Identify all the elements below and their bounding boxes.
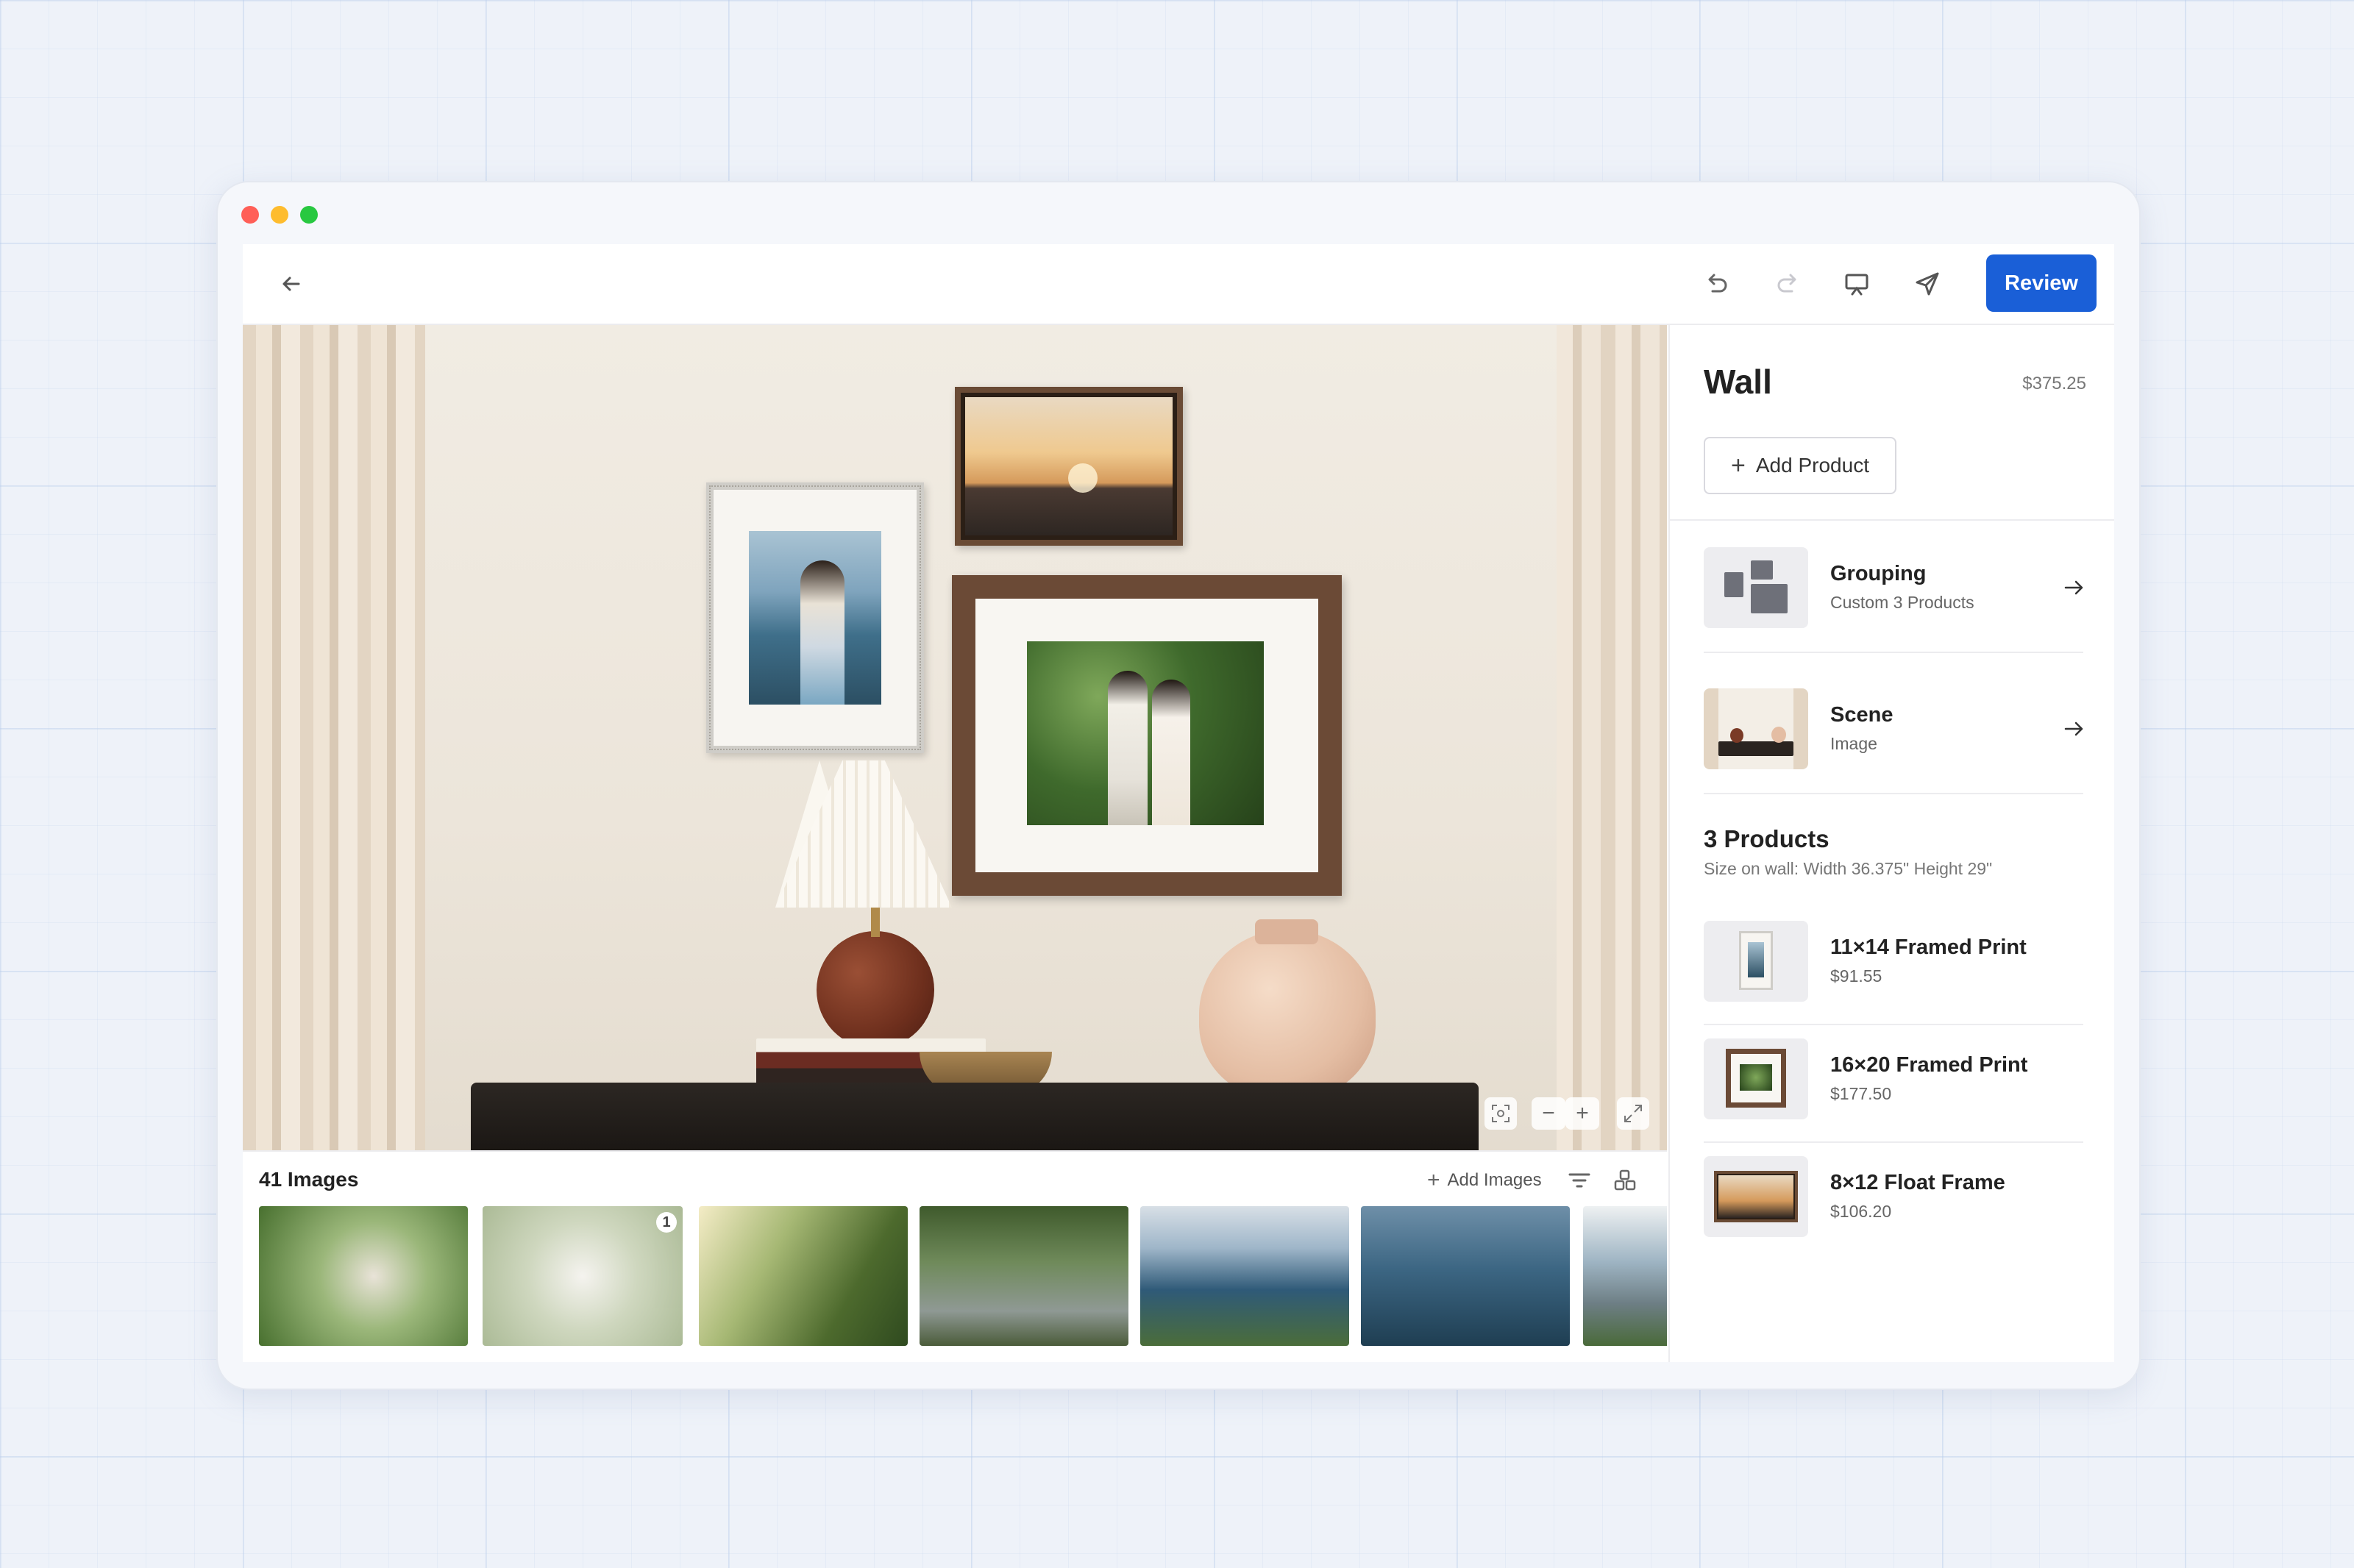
product-name: 11×14 Framed Print	[1830, 936, 2027, 959]
grouping-layout-icon	[1704, 547, 1808, 628]
framed-print-16x20[interactable]	[952, 575, 1342, 896]
add-product-label: Add Product	[1755, 454, 1869, 477]
arrow-right-icon	[2061, 575, 2086, 600]
framed-print-11x14[interactable]	[706, 482, 924, 753]
scene-thumbnail	[1704, 688, 1808, 769]
back-arrow-icon[interactable]	[277, 269, 306, 299]
divider	[1704, 793, 2083, 794]
sunset-birds-photo	[965, 397, 1173, 535]
curtain-right	[1557, 325, 1667, 1150]
thumbnail-badge: 1	[656, 1212, 677, 1233]
app-window: Review − + 41 Images + Add Images 1 Wall…	[216, 181, 2141, 1390]
grouping-title: Grouping	[1830, 562, 1927, 585]
presentation-icon[interactable]	[1842, 269, 1871, 299]
product-thumbnail	[1704, 921, 1808, 1002]
app-content: Review − + 41 Images + Add Images 1 Wall…	[243, 244, 2114, 1362]
grouping-subtitle: Custom 3 Products	[1830, 593, 1974, 612]
window-minimize-button[interactable]	[271, 206, 288, 224]
wall-details-panel: Wall $375.25 + Add Product Grouping Cust…	[1668, 325, 2114, 1362]
review-button[interactable]: Review	[1986, 254, 2097, 312]
curtain-left	[243, 325, 425, 1150]
scene-title: Scene	[1830, 703, 1893, 727]
image-thumbnail-selected[interactable]: 1	[483, 1206, 683, 1346]
wall-preview-canvas[interactable]: − +	[243, 325, 1667, 1150]
product-row[interactable]: 8×12 Float Frame $106.20	[1704, 1156, 2086, 1237]
couple-beach-photo	[749, 531, 881, 705]
product-row[interactable]: 16×20 Framed Print $177.50	[1704, 1038, 2086, 1119]
product-name: 8×12 Float Frame	[1830, 1171, 2005, 1194]
zoom-in-icon[interactable]: +	[1565, 1097, 1599, 1130]
lamp-base	[817, 931, 934, 1049]
image-thumbnail[interactable]	[259, 1206, 468, 1346]
expand-icon[interactable]	[1617, 1097, 1649, 1130]
add-images-button[interactable]: + Add Images	[1427, 1168, 1542, 1193]
product-price: $106.20	[1830, 1202, 1892, 1221]
add-images-label: Add Images	[1447, 1170, 1542, 1190]
image-strip: 41 Images + Add Images 1	[243, 1150, 1667, 1362]
filter-icon[interactable]	[1567, 1169, 1592, 1191]
undo-icon[interactable]	[1702, 269, 1732, 299]
image-thumbnail[interactable]	[699, 1206, 908, 1346]
divider	[1704, 1141, 2083, 1143]
product-price: $91.55	[1830, 966, 1882, 986]
divider	[1704, 652, 2083, 653]
plus-icon: +	[1731, 451, 1746, 480]
image-thumbnail[interactable]	[920, 1206, 1128, 1346]
organize-icon[interactable]	[1612, 1168, 1638, 1193]
divider	[1670, 519, 2114, 521]
product-row[interactable]: 11×14 Framed Print $91.55	[1704, 921, 2086, 1002]
focus-icon[interactable]	[1484, 1097, 1517, 1130]
send-icon[interactable]	[1913, 269, 1942, 299]
vase-neck	[1255, 919, 1318, 944]
couple-garden-photo	[1027, 641, 1264, 825]
panel-title: Wall	[1704, 363, 1772, 401]
plus-icon: +	[1427, 1168, 1440, 1192]
window-maximize-button[interactable]	[300, 206, 318, 224]
product-thumbnail	[1704, 1156, 1808, 1237]
scene-row[interactable]: Scene Image	[1704, 688, 2086, 769]
image-thumbnail[interactable]	[1583, 1206, 1667, 1346]
scene-subtitle: Image	[1830, 734, 1877, 753]
redo-icon[interactable]	[1773, 269, 1802, 299]
grouping-row[interactable]: Grouping Custom 3 Products	[1704, 547, 2086, 628]
console-table	[471, 1083, 1479, 1150]
product-name: 16×20 Framed Print	[1830, 1053, 2028, 1077]
ceramic-vase	[1199, 930, 1376, 1099]
size-on-wall: Size on wall: Width 36.375" Height 29"	[1704, 859, 1993, 878]
lamp-stem	[871, 908, 880, 937]
images-count: 41 Images	[259, 1168, 359, 1191]
divider	[1704, 1024, 2083, 1025]
float-frame-8x12[interactable]	[955, 387, 1183, 546]
add-product-button[interactable]: + Add Product	[1704, 437, 1896, 494]
arrow-right-icon	[2061, 716, 2086, 741]
window-close-button[interactable]	[241, 206, 259, 224]
products-heading: 3 Products	[1704, 825, 1829, 852]
image-thumbnail[interactable]	[1361, 1206, 1570, 1346]
image-thumbnail[interactable]	[1140, 1206, 1349, 1346]
product-price: $177.50	[1830, 1084, 1892, 1103]
product-thumbnail	[1704, 1038, 1808, 1119]
zoom-out-icon[interactable]: −	[1532, 1097, 1565, 1130]
top-toolbar: Review	[243, 244, 2114, 325]
total-price: $375.25	[2022, 374, 2086, 393]
